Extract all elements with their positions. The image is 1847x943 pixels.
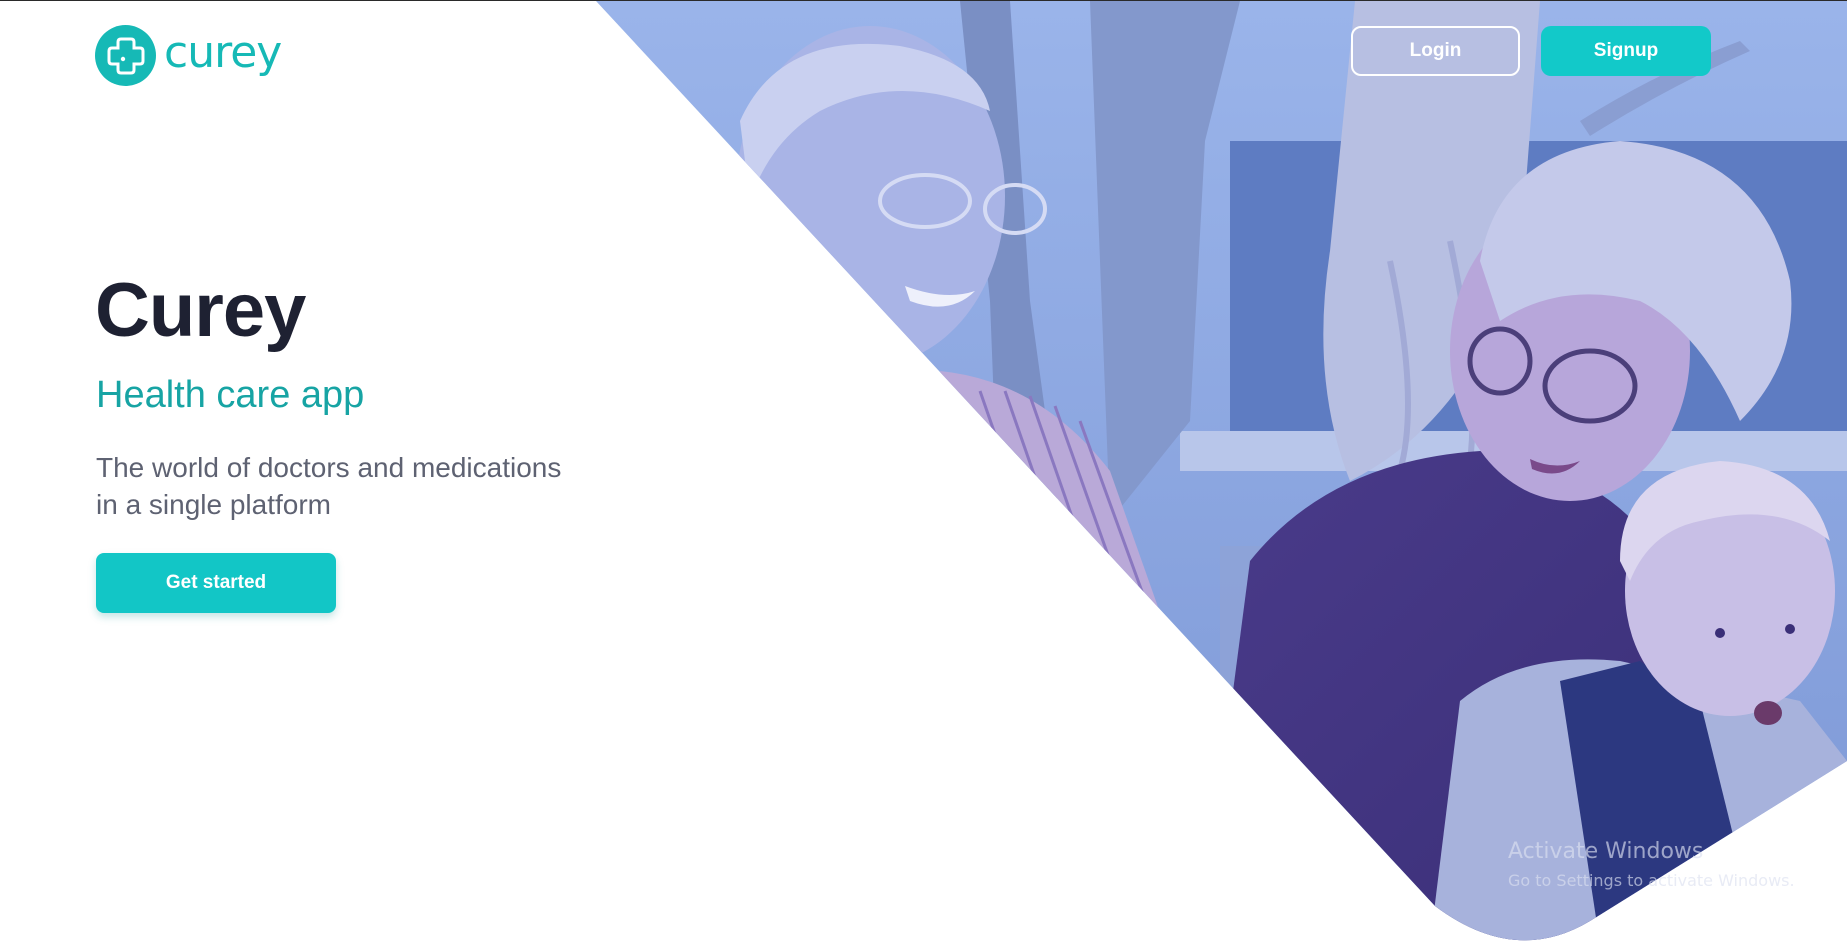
hero-title: Curey: [95, 268, 306, 353]
hero-description: The world of doctors and medications in …: [96, 449, 656, 523]
landing-page: curey Login Signup Curey Health care app…: [0, 0, 1847, 943]
get-started-button[interactable]: Get started: [96, 553, 336, 613]
watermark-title: Activate Windows: [1508, 839, 1704, 864]
hero-description-line-2: in a single platform: [96, 489, 332, 520]
watermark-subtitle: Go to Settings to activate Windows.: [1508, 871, 1795, 891]
hero-subtitle: Health care app: [96, 374, 365, 416]
hero-description-line-1: The world of doctors and medications: [96, 452, 562, 483]
login-button[interactable]: Login: [1351, 26, 1520, 76]
signup-button[interactable]: Signup: [1541, 26, 1711, 76]
brand-name: curey: [164, 26, 282, 78]
medical-cross-icon: [95, 25, 156, 86]
brand-logo[interactable]: curey: [95, 25, 282, 86]
windows-activation-watermark: Activate Windows Go to Settings to activ…: [1508, 839, 1795, 893]
